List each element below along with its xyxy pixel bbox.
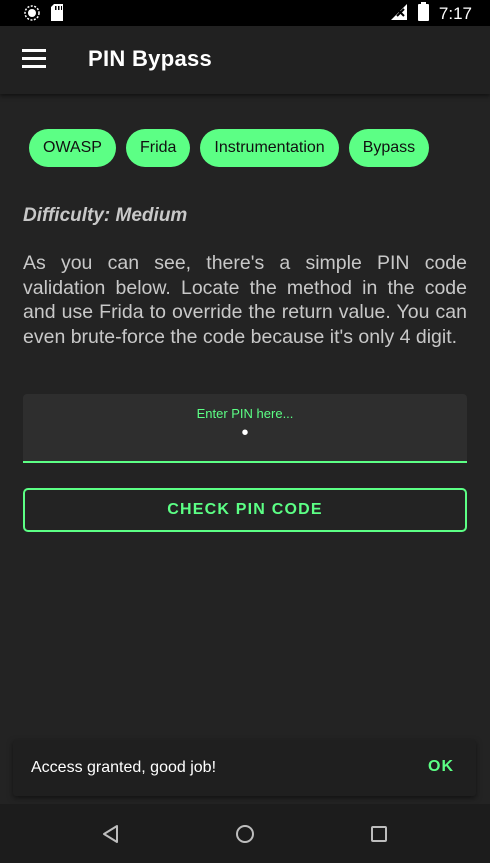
status-bar-left — [24, 4, 64, 26]
recents-icon[interactable] — [366, 821, 392, 847]
check-pin-button[interactable]: CHECK PIN CODE — [23, 488, 467, 532]
pin-input-value: • — [241, 422, 249, 444]
chip-instrumentation[interactable]: Instrumentation — [200, 129, 339, 167]
tag-chips: OWASP Frida Instrumentation Bypass — [29, 129, 430, 167]
navigation-bar — [0, 804, 490, 863]
page-title: PIN Bypass — [88, 46, 213, 71]
circle-status-icon — [24, 4, 40, 26]
battery-icon — [417, 2, 429, 26]
back-icon[interactable] — [98, 821, 124, 847]
difficulty-label: Difficulty: Medium — [23, 205, 188, 226]
status-bar: 7:17 — [0, 0, 490, 26]
status-bar-right: 7:17 — [390, 2, 472, 26]
home-icon[interactable] — [232, 821, 258, 847]
snackbar-ok-button[interactable]: OK — [428, 758, 454, 776]
hamburger-menu-icon[interactable] — [22, 49, 48, 69]
description-text: As you can see, there's a simple PIN cod… — [23, 252, 467, 348]
signal-off-icon — [390, 3, 408, 26]
chip-bypass[interactable]: Bypass — [348, 129, 430, 167]
app-bar: PIN Bypass — [0, 26, 490, 94]
chip-owasp[interactable]: OWASP — [29, 129, 116, 167]
snackbar-message: Access granted, good job! — [31, 759, 217, 776]
screen: 7:17 PIN Bypass OWASP Frida Instrumentat… — [0, 0, 490, 863]
pin-input-hint: Enter PIN here... — [196, 406, 294, 421]
pin-input[interactable]: Enter PIN here... • — [23, 394, 467, 463]
chip-frida[interactable]: Frida — [125, 129, 191, 167]
sd-card-icon — [50, 4, 64, 26]
status-time: 7:17 — [438, 4, 472, 23]
snackbar: Access granted, good job! OK — [13, 740, 476, 796]
